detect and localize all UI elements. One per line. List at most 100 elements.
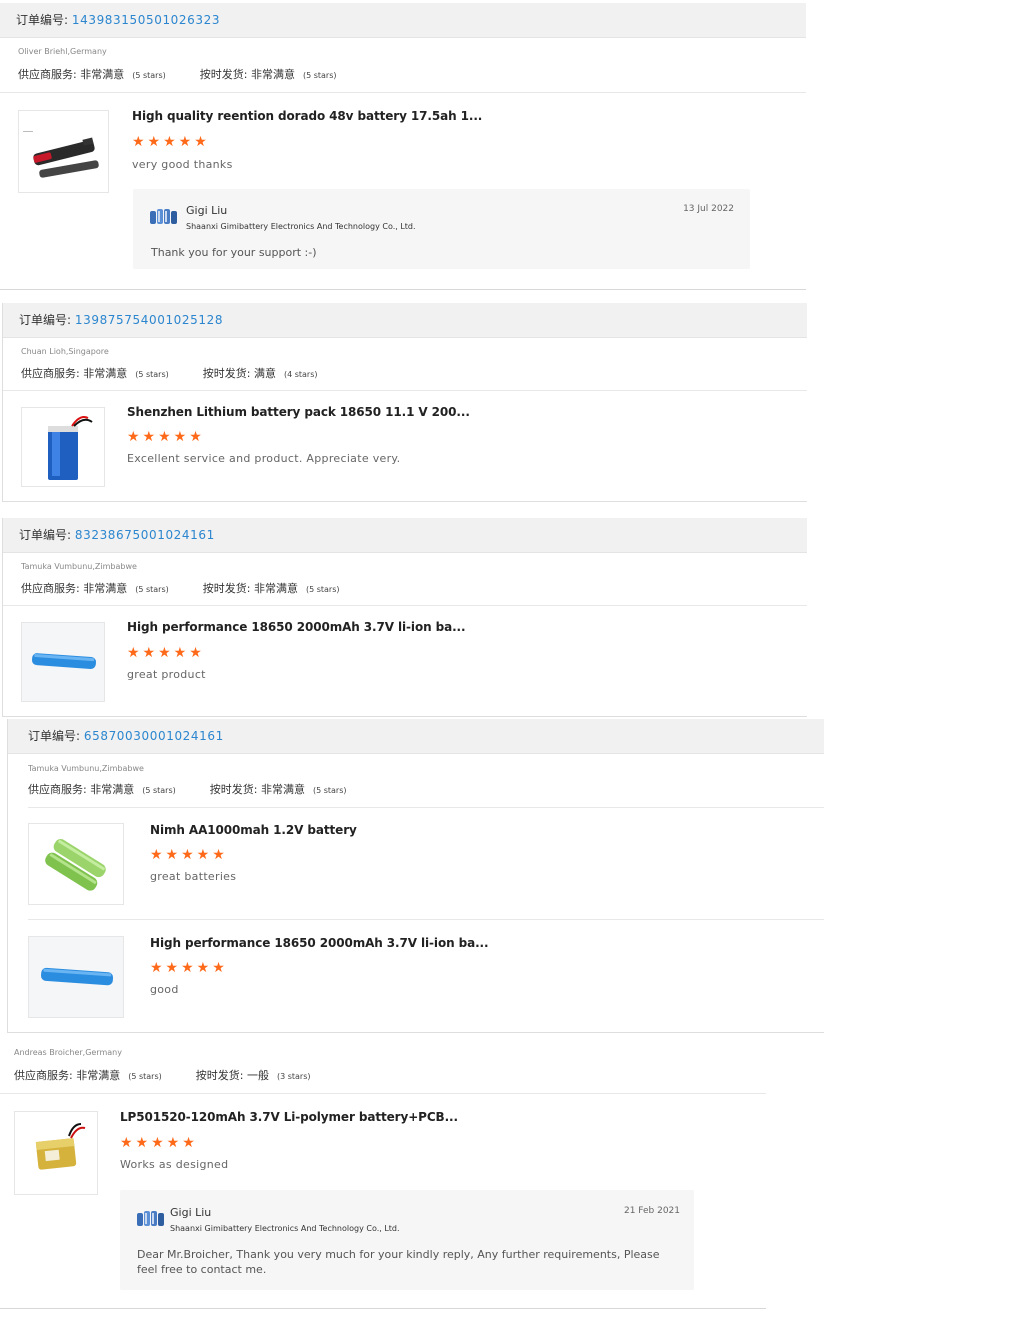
rating-stars: ★★★★★ bbox=[150, 847, 228, 863]
divider bbox=[3, 605, 807, 606]
on-time-shipping-rating: 非常满意 bbox=[253, 582, 298, 595]
divider bbox=[28, 919, 824, 920]
order-number[interactable]: 83238675001024161 bbox=[75, 528, 215, 542]
supplier-service-stars: (5 stars) bbox=[132, 71, 166, 80]
buyer-name: Andreas Broicher,Germany bbox=[14, 1048, 122, 1057]
reply-date: 21 Feb 2021 bbox=[623, 1206, 680, 1216]
review-text: Works as designed bbox=[120, 1158, 229, 1171]
reply-text: Dear Mr.Broicher, Thank you very much fo… bbox=[137, 1248, 660, 1276]
ratings-row: 供应商服务: 非常满意 (5 stars) 按时发货: 非常满意 (5 stars) bbox=[18, 66, 337, 82]
reply-text: Thank you for your support :-) bbox=[151, 246, 317, 259]
order-card: 订单编号: 65870030001024161 Tamuka Vumbunu,Z… bbox=[7, 719, 824, 1033]
product-name[interactable]: Shenzhen Lithium battery pack 18650 11.1… bbox=[127, 405, 470, 419]
supplier-service-rating: 非常满意 bbox=[83, 582, 128, 595]
on-time-shipping-stars: (5 stars) bbox=[312, 786, 347, 795]
order-header: 订单编号: 143983150501026323 bbox=[0, 3, 806, 38]
review-text: Excellent service and product. Appreciat… bbox=[127, 452, 401, 465]
supplier-service-stars: (5 stars) bbox=[135, 585, 169, 594]
blue-battery-pack-image[interactable] bbox=[21, 407, 105, 487]
order-number-label: 订单编号: bbox=[28, 729, 84, 743]
product-name[interactable]: Nimh AA1000mah 1.2V battery bbox=[150, 823, 357, 837]
blue-cell-icon bbox=[31, 653, 97, 669]
on-time-shipping-rating: 非常满意 bbox=[250, 68, 295, 81]
rating-stars: ★★★★★ bbox=[127, 645, 205, 661]
on-time-shipping-label: 按时发货: bbox=[202, 582, 254, 595]
on-time-shipping-rating: 一般 bbox=[246, 1069, 269, 1082]
buyer-name: Tamuka Vumbunu,Zimbabwe bbox=[28, 764, 144, 773]
ratings-row: 供应商服务: 非常满意 (5 stars) 按时发货: 一般 (3 stars) bbox=[14, 1067, 311, 1083]
order-header: 订单编号: 83238675001024161 bbox=[3, 518, 807, 553]
order-number[interactable]: 65870030001024161 bbox=[84, 729, 224, 743]
divider bbox=[28, 807, 824, 808]
seller-logo-icon bbox=[137, 1211, 164, 1226]
lipo-battery-icon bbox=[35, 1123, 86, 1170]
divider bbox=[3, 390, 807, 391]
on-time-shipping-label: 按时发货: bbox=[195, 1069, 247, 1082]
lipo-battery-image[interactable] bbox=[14, 1111, 98, 1195]
ratings-row: 供应商服务: 非常满意 (5 stars) 按时发货: 满意 (4 stars) bbox=[21, 365, 318, 381]
divider bbox=[0, 92, 806, 93]
blue-cell-image[interactable] bbox=[28, 936, 124, 1018]
product-name[interactable]: High performance 18650 2000mAh 3.7V li-i… bbox=[127, 620, 466, 634]
supplier-service-label: 供应商服务: bbox=[28, 783, 91, 796]
product-name[interactable]: LP501520-120mAh 3.7V Li-polymer battery+… bbox=[120, 1110, 458, 1124]
supplier-service-rating: 非常满意 bbox=[76, 1069, 121, 1082]
review-text: good bbox=[150, 983, 179, 996]
supplier-service-stars: (5 stars) bbox=[142, 786, 176, 795]
order-number[interactable]: 139875754001025128 bbox=[75, 313, 223, 327]
on-time-shipping-label: 按时发货: bbox=[202, 367, 254, 380]
order-number-label: 订单编号: bbox=[16, 13, 72, 27]
on-time-shipping-rating: 满意 bbox=[253, 367, 276, 380]
green-cells-icon bbox=[45, 839, 106, 891]
on-time-shipping-label: 按时发货: bbox=[209, 783, 261, 796]
rating-stars: ★★★★★ bbox=[150, 960, 228, 976]
supplier-service-label: 供应商服务: bbox=[21, 582, 84, 595]
supplier-service-rating: 非常满意 bbox=[80, 68, 125, 81]
supplier-service-label: 供应商服务: bbox=[14, 1069, 77, 1082]
divider bbox=[0, 289, 806, 290]
on-time-shipping-stars: (4 stars) bbox=[283, 370, 318, 379]
divider bbox=[0, 1093, 766, 1094]
rating-stars: ★★★★★ bbox=[120, 1135, 198, 1151]
supplier-service-label: 供应商服务: bbox=[21, 367, 84, 380]
blue-cell-image[interactable] bbox=[21, 622, 105, 702]
order-number-label: 订单编号: bbox=[19, 528, 75, 542]
ratings-row: 供应商服务: 非常满意 (5 stars) 按时发货: 非常满意 (5 stars) bbox=[28, 781, 347, 797]
seller-reply: Gigi Liu Shaanxi Gimibattery Electronics… bbox=[120, 1190, 694, 1290]
order-card: Andreas Broicher,Germany 供应商服务: 非常满意 (5 s… bbox=[0, 1040, 766, 1310]
on-time-shipping-stars: (5 stars) bbox=[305, 585, 340, 594]
battery-pack-icon bbox=[48, 416, 93, 480]
on-time-shipping-stars: (5 stars) bbox=[302, 71, 337, 80]
buyer-name: Tamuka Vumbunu,Zimbabwe bbox=[21, 562, 137, 571]
order-header: 订单编号: 139875754001025128 bbox=[3, 303, 807, 338]
review-text: very good thanks bbox=[132, 158, 233, 171]
order-card: 订单编号: 83238675001024161 Tamuka Vumbunu,Z… bbox=[2, 518, 807, 717]
seller-company: Shaanxi Gimibattery Electronics And Tech… bbox=[186, 222, 416, 231]
blue-cell-icon bbox=[41, 967, 114, 986]
seller-company: Shaanxi Gimibattery Electronics And Tech… bbox=[170, 1224, 400, 1233]
supplier-service-stars: (5 stars) bbox=[135, 370, 169, 379]
supplier-service-rating: 非常满意 bbox=[90, 783, 135, 796]
order-card: 订单编号: 143983150501026323 Oliver Briehl,G… bbox=[0, 3, 806, 289]
order-header: 订单编号: 65870030001024161 bbox=[8, 719, 824, 754]
green-nimh-cells-image[interactable] bbox=[28, 823, 124, 905]
seller-logo-icon bbox=[150, 209, 177, 224]
product-name[interactable]: High quality reention dorado 48v battery… bbox=[132, 109, 482, 123]
product-name[interactable]: High performance 18650 2000mAh 3.7V li-i… bbox=[150, 936, 489, 950]
on-time-shipping-rating: 非常满意 bbox=[260, 783, 305, 796]
reply-date: 13 Jul 2022 bbox=[683, 204, 734, 214]
order-card: 订单编号: 139875754001025128 Chuan Lioh,Sing… bbox=[2, 303, 807, 502]
ebike-battery-icon bbox=[23, 131, 99, 178]
seller-reply: Gigi Liu Shaanxi Gimibattery Electronics… bbox=[133, 189, 750, 269]
supplier-service-label: 供应商服务: bbox=[18, 68, 81, 81]
review-text: great product bbox=[127, 668, 206, 681]
ebike-battery-image[interactable] bbox=[18, 110, 109, 193]
on-time-shipping-stars: (3 stars) bbox=[276, 1072, 311, 1081]
order-number-label: 订单编号: bbox=[19, 313, 75, 327]
review-text: great batteries bbox=[150, 870, 237, 883]
rating-stars: ★★★★★ bbox=[127, 429, 205, 445]
ratings-row: 供应商服务: 非常满意 (5 stars) 按时发货: 非常满意 (5 stars) bbox=[21, 580, 340, 596]
order-number[interactable]: 143983150501026323 bbox=[72, 13, 220, 27]
seller-name: Gigi Liu bbox=[186, 204, 228, 217]
divider bbox=[0, 1308, 766, 1309]
